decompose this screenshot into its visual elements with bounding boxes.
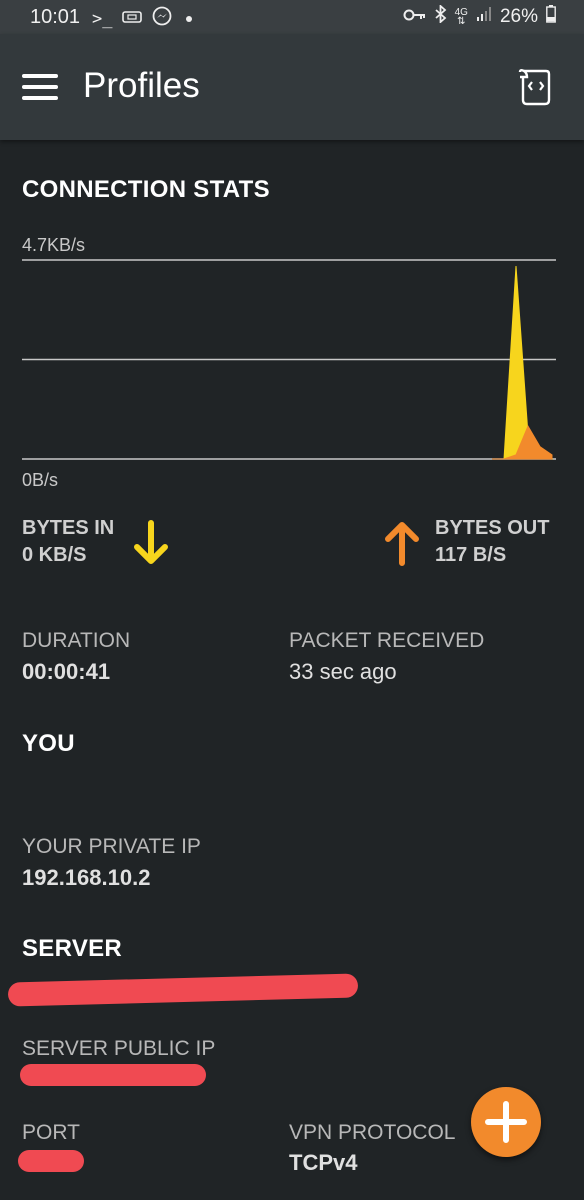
- packet-received-value: 33 sec ago: [289, 659, 397, 684]
- duration-label: DURATION: [22, 629, 131, 652]
- duration-value: 00:00:41: [22, 659, 111, 684]
- redaction-scribble: [20, 1064, 206, 1086]
- server-public-ip-label: SERVER PUBLIC IP: [22, 1037, 216, 1060]
- status-bar: 10:01 >_ 4G ⇅ 26%: [0, 0, 584, 34]
- log-scroll-icon[interactable]: [518, 68, 554, 106]
- network-label: 4G: [454, 7, 468, 18]
- chart-svg: [22, 259, 556, 460]
- add-profile-button[interactable]: [471, 1087, 541, 1157]
- dot-icon: [186, 16, 193, 22]
- packet-received-label: PACKET RECEIVED: [289, 629, 485, 652]
- hamburger-menu-icon[interactable]: [22, 74, 58, 100]
- app-bar: Profiles: [0, 34, 584, 140]
- vpn-protocol-label: VPN PROTOCOL: [289, 1121, 456, 1144]
- bluetooth-icon: [435, 3, 447, 29]
- bytes-out-label: BYTES OUT: [435, 517, 550, 539]
- messenger-icon: [152, 6, 172, 32]
- signal-icon: [476, 6, 492, 28]
- connection-stats-heading: CONNECTION STATS: [22, 176, 270, 203]
- port-label: PORT: [22, 1121, 80, 1144]
- plus-icon: [485, 1101, 527, 1143]
- bytes-in-label: BYTES IN: [22, 517, 115, 539]
- bytes-out-value: 117 B/S: [435, 544, 507, 566]
- chart-y-min-label: 0B/s: [22, 470, 59, 490]
- bytes-in-series: [492, 265, 554, 460]
- battery-percent: 26%: [499, 6, 538, 27]
- redaction-scribble: [7, 973, 359, 1007]
- arrow-up-icon: [384, 520, 420, 571]
- redaction-scribble: [18, 1150, 84, 1172]
- terminal-icon: >_: [92, 9, 113, 29]
- private-ip-value: 192.168.10.2: [22, 865, 151, 890]
- vpn-key-card-icon: [122, 8, 143, 30]
- private-ip-label: YOUR PRIVATE IP: [22, 835, 201, 858]
- 4g-data-icon: 4G ⇅: [454, 7, 468, 27]
- key-icon: [403, 6, 427, 28]
- vpn-protocol-value: TCPv4: [289, 1150, 358, 1175]
- you-heading: YOU: [22, 730, 75, 757]
- status-time: 10:01: [30, 6, 81, 28]
- connection-stats-chart: [22, 232, 556, 492]
- page-title: Profiles: [83, 66, 200, 105]
- server-heading: SERVER: [22, 935, 123, 962]
- battery-icon: [546, 5, 556, 29]
- arrow-down-icon: [133, 520, 169, 571]
- bytes-in-value: 0 KB/S: [22, 544, 87, 566]
